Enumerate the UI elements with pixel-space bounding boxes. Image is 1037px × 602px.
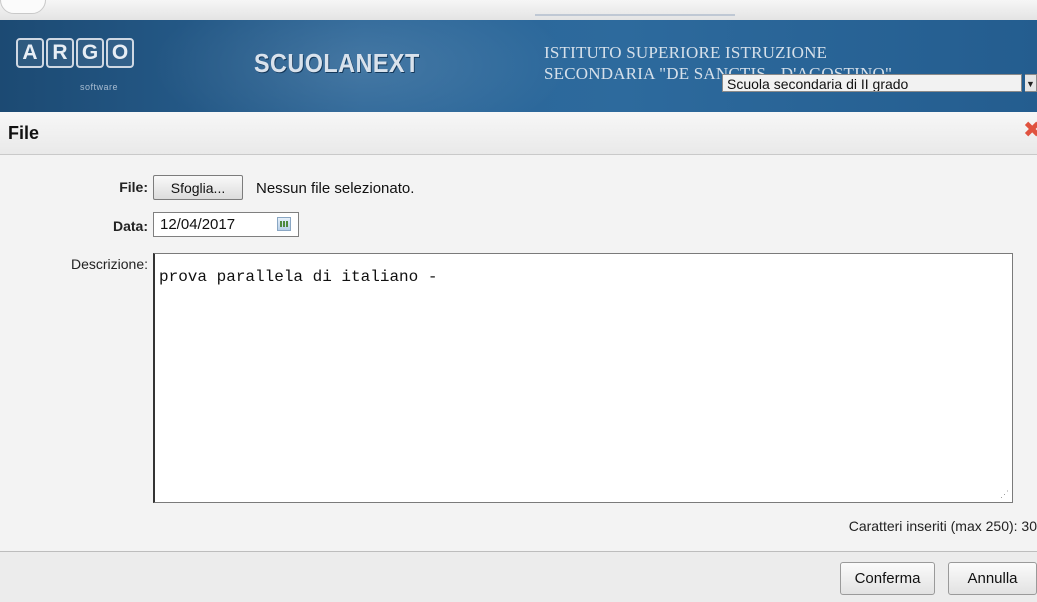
date-label: Data:: [112, 218, 148, 234]
browser-top-strip: [0, 0, 1037, 20]
dialog-header: File ✖: [0, 112, 1037, 155]
description-label: Descrizione:: [70, 256, 148, 272]
school-type-select[interactable]: Scuola secondaria di II grado: [722, 74, 1022, 92]
browser-tab-indicator: [535, 14, 735, 16]
app-banner: A R G O software SCUOLANEXT ISTITUTO SUP…: [0, 20, 1037, 112]
logo-letter: A: [16, 38, 44, 68]
cancel-button[interactable]: Annulla: [948, 562, 1037, 595]
char-count: Caratteri inseriti (max 250): 30: [848, 518, 1037, 534]
chevron-down-icon[interactable]: ▼: [1025, 74, 1037, 92]
calendar-icon[interactable]: [277, 217, 291, 231]
logo-letter: O: [106, 38, 134, 68]
resize-grip-icon[interactable]: ⋰: [1000, 490, 1010, 500]
confirm-button[interactable]: Conferma: [840, 562, 935, 595]
file-label: File:: [119, 179, 148, 195]
logo-letter: G: [76, 38, 104, 68]
description-field[interactable]: prova parallela di italiano -: [153, 253, 1013, 503]
dialog-title: File: [8, 123, 40, 143]
close-icon[interactable]: ✖: [1023, 120, 1037, 142]
argo-logo: A R G O: [16, 38, 134, 68]
logo-subtitle: software: [80, 82, 119, 92]
browse-button[interactable]: Sfoglia...: [153, 175, 243, 200]
file-status: Nessun file selezionato.: [256, 180, 415, 197]
app-name: SCUOLANEXT: [254, 48, 420, 78]
logo-letter: R: [46, 38, 74, 68]
browser-back-button[interactable]: [0, 0, 46, 14]
school-name-line1: ISTITUTO SUPERIORE ISTRUZIONE: [544, 43, 828, 62]
